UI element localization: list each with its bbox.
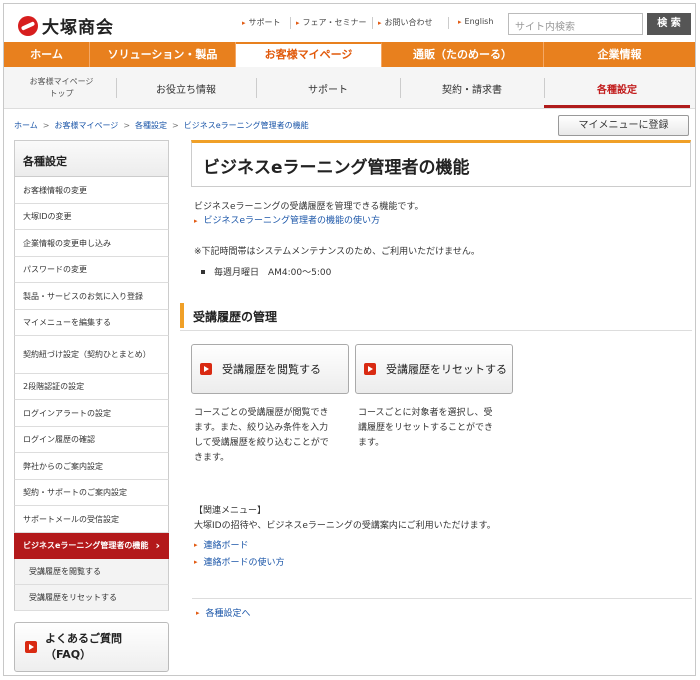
arrow-icon: ▸	[194, 540, 198, 549]
sidebar-item[interactable]: お客様情報の変更	[14, 177, 169, 204]
nav-tanomail[interactable]: 通販（たのめーる）	[382, 42, 544, 67]
page-title-box: ビジネスeラーニング管理者の機能	[191, 140, 691, 187]
sidebar-item[interactable]: 契約紐づけ設定（契約ひとまとめ）	[14, 336, 169, 374]
faq-label-sub: （FAQ）	[45, 648, 92, 661]
page-frame: 大塚商会 ▸ サポート ▸ フェア・セミナー ▸ お問い合わせ ▸ English サイ…	[3, 3, 696, 676]
sidebar-item[interactable]: サポートメールの受信設定	[14, 506, 169, 533]
sidebar-title: 各種設定	[14, 140, 169, 177]
play-arrow-icon	[200, 363, 212, 375]
faq-label: よくあるご質問	[45, 632, 122, 645]
sidebar-item[interactable]: 製品・サービスのお気に入り登録	[14, 283, 169, 310]
breadcrumb-current: ビジネスeラーニング管理者の機能	[183, 121, 309, 130]
main-nav: ホーム ソリューション・製品 お客様マイページ 通販（たのめーる） 企業情報	[4, 42, 695, 67]
howto-link[interactable]: ▸ ビジネスeラーニング管理者の機能の使い方	[194, 214, 423, 228]
divider	[372, 17, 373, 29]
related-title: 【関連メニュー】	[194, 506, 267, 516]
related-links: ▸ 連絡ボード ▸ 連絡ボードの使い方	[194, 536, 285, 570]
arrow-icon: ▸	[196, 608, 200, 617]
nav-company[interactable]: 企業情報	[544, 42, 695, 67]
breadcrumb-mypage[interactable]: お客様マイページ	[54, 120, 118, 131]
maintenance-time: 毎週月曜日 AM4:00～5:00	[201, 265, 331, 278]
breadcrumb-home[interactable]: ホーム	[14, 120, 38, 131]
sidebar-subitem[interactable]: 受講履歴を閲覧する	[14, 559, 169, 585]
arrow-icon: ▸	[242, 18, 246, 27]
search-button[interactable]: 検 索	[647, 13, 691, 35]
divider	[290, 17, 291, 29]
subnav-contract-invoice[interactable]: 契約・請求書	[400, 67, 544, 109]
play-arrow-icon	[364, 363, 376, 375]
subnav-mypage-top[interactable]: お客様マイページ トップ	[14, 67, 109, 109]
chevron-right-icon: >	[42, 121, 50, 130]
util-link-support[interactable]: ▸ サポート	[242, 17, 281, 28]
company-logo[interactable]: 大塚商会	[18, 13, 114, 38]
maintenance-note: ※下記時間帯はシステムメンテナンスのため、ご利用いただけません。	[194, 247, 480, 257]
sidebar-item[interactable]: ログイン履歴の確認	[14, 427, 169, 453]
related-menu: 【関連メニュー】 大塚IDの招待や、ビジネスeラーニングの受講案内にご利用いただ…	[194, 504, 496, 534]
logo-mark-icon	[18, 15, 38, 36]
faq-button[interactable]: よくあるご質問 （FAQ）	[14, 622, 169, 672]
subnav-active-indicator	[544, 105, 690, 108]
sidebar-item[interactable]: 企業情報の変更申し込み	[14, 230, 169, 257]
site-search-input[interactable]: サイト内検索	[508, 13, 643, 35]
view-history-description: コースごとの受講履歴が閲覧でき ます。また、絞り込み条件を入力 して受講履歴を絞…	[194, 408, 329, 463]
divider	[448, 17, 449, 29]
back-to-settings-link[interactable]: ▸ 各種設定へ	[196, 606, 251, 620]
nav-home[interactable]: ホーム	[4, 42, 90, 67]
arrow-icon: ▸	[458, 17, 462, 26]
sidebar-item[interactable]: 大塚IDの変更	[14, 204, 169, 230]
sidebar-item-label: ビジネスeラーニング管理者の機能	[23, 541, 149, 550]
view-history-button[interactable]: 受講履歴を閲覧する	[191, 344, 349, 394]
subnav-settings[interactable]: 各種設定	[544, 67, 690, 109]
chevron-right-icon: >	[123, 121, 131, 130]
arrow-icon: ▸	[194, 217, 198, 225]
sidebar-item[interactable]: ログインアラートの設定	[14, 400, 169, 427]
arrow-icon: ▸	[378, 18, 382, 27]
breadcrumb: ホーム > お客様マイページ > 各種設定 > ビジネスeラーニング管理者の機能	[14, 120, 309, 131]
register-mymenu-button[interactable]: マイメニューに登録	[558, 115, 689, 136]
arrow-icon: ▸	[296, 18, 300, 27]
contact-board-howto-link[interactable]: ▸ 連絡ボードの使い方	[194, 553, 285, 570]
util-link-contact[interactable]: ▸ お問い合わせ	[378, 17, 433, 28]
top-bar: 大塚商会 ▸ サポート ▸ フェア・セミナー ▸ お問い合わせ ▸ English サイ…	[4, 4, 695, 42]
chevron-right-icon: >	[172, 121, 179, 130]
intro-block: ビジネスeラーニングの受講履歴を管理できる機能です。 ▸ ビジネスeラーニング管…	[194, 200, 423, 228]
bullet-icon	[201, 269, 205, 274]
section-heading: 受講履歴の管理	[180, 302, 692, 331]
intro-text: ビジネスeラーニングの受講履歴を管理できる機能です。	[194, 202, 424, 212]
sidebar-item[interactable]: マイメニューを編集する	[14, 310, 169, 336]
reset-history-description: コースごとに対象者を選択し、受 講履歴をリセットすることができ ます。	[358, 408, 494, 448]
sidebar-item[interactable]: パスワードの変更	[14, 257, 169, 283]
contact-board-link[interactable]: ▸ 連絡ボード	[194, 536, 285, 553]
play-arrow-icon	[25, 641, 37, 653]
util-link-english[interactable]: ▸ English	[458, 17, 493, 26]
sidebar-subitem[interactable]: 受講履歴をリセットする	[14, 585, 169, 611]
divider	[192, 598, 692, 599]
nav-mypage[interactable]: お客様マイページ	[236, 42, 382, 67]
subnav-useful-info[interactable]: お役立ち情報	[116, 67, 256, 109]
reset-history-button[interactable]: 受講履歴をリセットする	[355, 344, 513, 394]
sidebar: 各種設定 お客様情報の変更 大塚IDの変更 企業情報の変更申し込み パスワードの…	[14, 140, 169, 672]
section-accent-bar	[180, 303, 184, 328]
related-text: 大塚IDの招待や、ビジネスeラーニングの受講案内にご利用いただけます。	[194, 521, 496, 531]
page-title: ビジネスeラーニング管理者の機能	[203, 158, 470, 178]
sidebar-item[interactable]: 弊社からのご案内設定	[14, 453, 169, 480]
sidebar-item[interactable]: 契約・サポートのご案内設定	[14, 480, 169, 506]
chevron-right-icon: ›	[155, 539, 160, 552]
sidebar-item[interactable]: 2段階認証の設定	[14, 374, 169, 400]
nav-solutions[interactable]: ソリューション・製品	[90, 42, 236, 67]
logo-text: 大塚商会	[42, 18, 114, 38]
arrow-icon: ▸	[194, 557, 198, 566]
sub-nav: お客様マイページ トップ お役立ち情報 サポート 契約・請求書 各種設定	[4, 67, 695, 109]
section-title: 受講履歴の管理	[193, 310, 278, 324]
sidebar-item-active[interactable]: ビジネスeラーニング管理者の機能 ›	[14, 533, 169, 559]
subnav-support[interactable]: サポート	[256, 67, 400, 109]
breadcrumb-settings[interactable]: 各種設定	[135, 120, 167, 131]
util-link-fair[interactable]: ▸ フェア・セミナー	[296, 17, 367, 28]
